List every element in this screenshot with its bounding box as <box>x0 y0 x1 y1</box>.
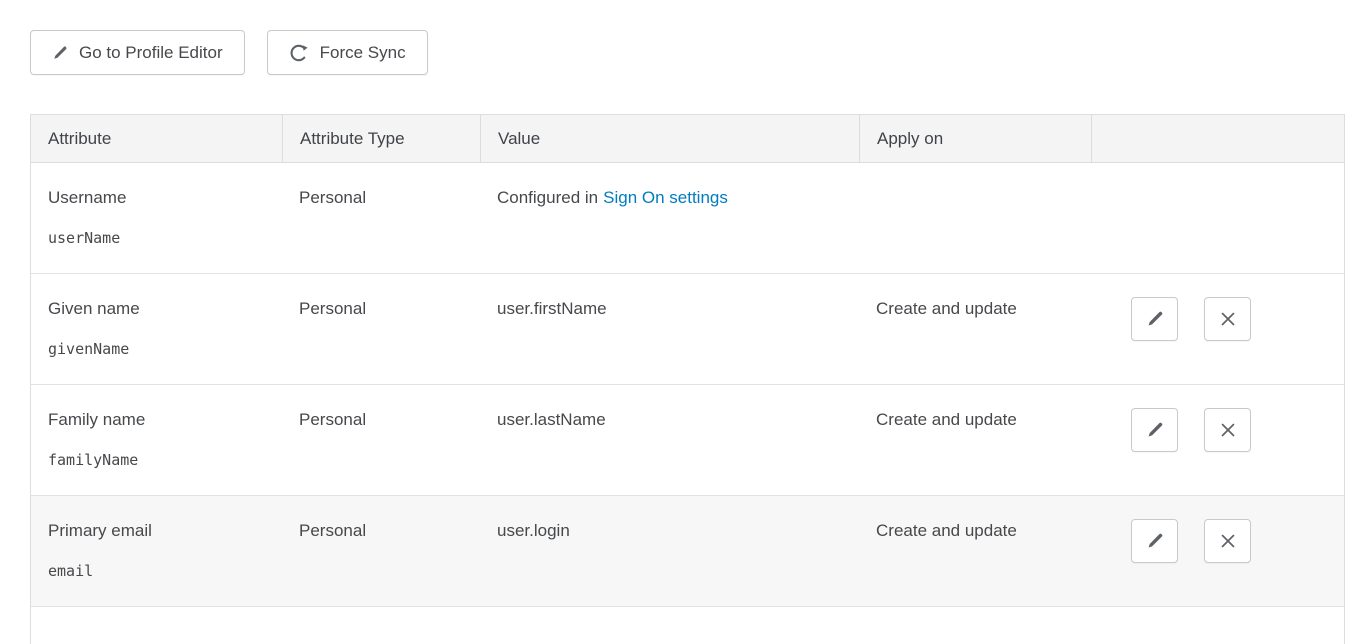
attribute-label: Given name <box>48 298 268 319</box>
apply-on-cell: Create and update <box>859 496 1091 606</box>
attribute-type-cell: Personal <box>282 385 480 495</box>
table-row-empty <box>31 607 1344 644</box>
attribute-label: Family name <box>48 409 268 430</box>
close-icon <box>1219 532 1237 550</box>
close-icon <box>1219 310 1237 328</box>
pencil-icon <box>52 45 68 61</box>
value-text: Configured in <box>497 188 598 207</box>
actions-cell <box>1091 163 1344 273</box>
header-attribute-type: Attribute Type <box>282 115 480 162</box>
sync-icon <box>289 43 309 63</box>
attribute-type-cell: Personal <box>282 163 480 273</box>
table-row-primary-email: Primary email email Personal user.login … <box>31 496 1344 607</box>
attribute-cell: Given name givenName <box>31 274 282 384</box>
value-cell: user.lastName <box>480 385 859 495</box>
table-row-given-name: Given name givenName Personal user.first… <box>31 274 1344 385</box>
header-actions <box>1091 115 1344 162</box>
go-to-profile-editor-button[interactable]: Go to Profile Editor <box>30 30 245 75</box>
actions-cell <box>1091 274 1344 384</box>
edit-mapping-button[interactable] <box>1131 408 1178 452</box>
header-value: Value <box>480 115 859 162</box>
go-to-profile-editor-label: Go to Profile Editor <box>79 43 223 63</box>
table-header-row: Attribute Attribute Type Value Apply on <box>31 115 1344 163</box>
apply-on-cell: Create and update <box>859 385 1091 495</box>
attribute-variable: email <box>48 562 268 581</box>
attribute-type-cell: Personal <box>282 274 480 384</box>
actions-cell <box>1091 385 1344 495</box>
table-row-family-name: Family name familyName Personal user.las… <box>31 385 1344 496</box>
delete-mapping-button[interactable] <box>1204 408 1251 452</box>
attribute-variable: userName <box>48 229 268 248</box>
attribute-cell: Family name familyName <box>31 385 282 495</box>
pencil-icon <box>1146 421 1164 439</box>
attribute-type-cell: Personal <box>282 496 480 606</box>
delete-mapping-button[interactable] <box>1204 519 1251 563</box>
force-sync-label: Force Sync <box>320 43 406 63</box>
table-row-username: Username userName Personal Configured in… <box>31 163 1344 274</box>
sign-on-settings-link[interactable]: Sign On settings <box>603 188 728 207</box>
force-sync-button[interactable]: Force Sync <box>267 30 428 75</box>
attribute-variable: givenName <box>48 340 268 359</box>
close-icon <box>1219 421 1237 439</box>
pencil-icon <box>1146 310 1164 328</box>
attribute-cell: Username userName <box>31 163 282 273</box>
delete-mapping-button[interactable] <box>1204 297 1251 341</box>
table-body: Username userName Personal Configured in… <box>31 163 1344 644</box>
value-cell: user.firstName <box>480 274 859 384</box>
attribute-variable: familyName <box>48 451 268 470</box>
apply-on-cell <box>859 163 1091 273</box>
header-apply-on: Apply on <box>859 115 1091 162</box>
value-cell: user.login <box>480 496 859 606</box>
apply-on-cell: Create and update <box>859 274 1091 384</box>
header-attribute: Attribute <box>31 115 282 162</box>
attribute-mappings-page: Go to Profile Editor Force Sync Attribut… <box>0 0 1370 644</box>
actions-cell <box>1091 496 1344 606</box>
attribute-label: Username <box>48 187 268 208</box>
value-cell: Configured in Sign On settings <box>480 163 859 273</box>
attribute-cell: Primary email email <box>31 496 282 606</box>
attribute-label: Primary email <box>48 520 268 541</box>
toolbar: Go to Profile Editor Force Sync <box>30 30 1340 75</box>
edit-mapping-button[interactable] <box>1131 519 1178 563</box>
attribute-mappings-table: Attribute Attribute Type Value Apply on … <box>30 114 1345 644</box>
edit-mapping-button[interactable] <box>1131 297 1178 341</box>
pencil-icon <box>1146 532 1164 550</box>
